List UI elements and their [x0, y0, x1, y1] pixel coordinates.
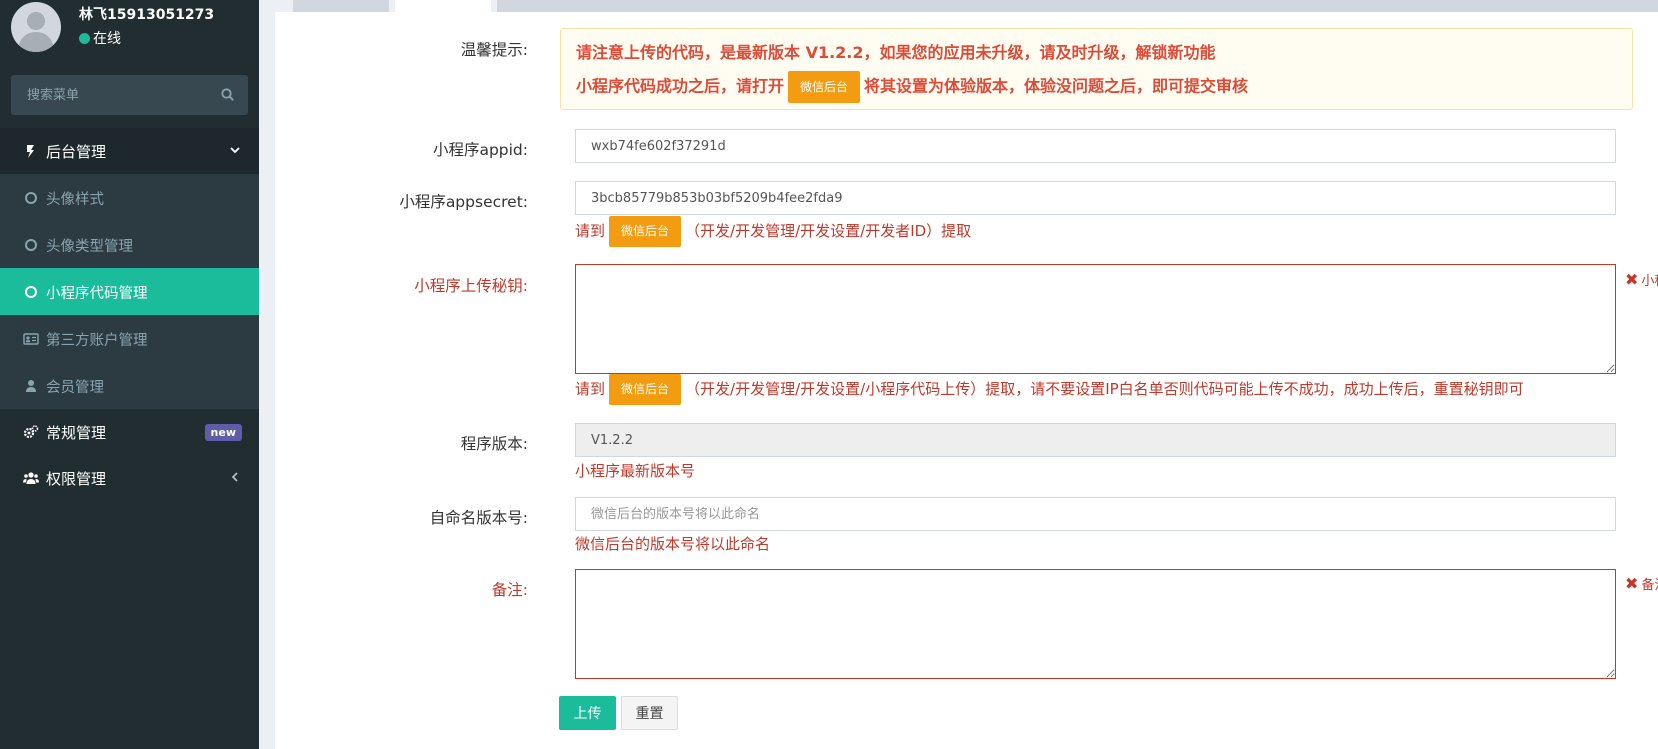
sidebar-section-label: 后台管理	[46, 143, 107, 161]
sidebar-item-avatar-type[interactable]: 头像类型管理	[0, 221, 259, 268]
sidebar-section-general[interactable]: 常规管理 new	[0, 409, 259, 455]
custom-version-help: 微信后台的版本号将以此命名	[575, 535, 771, 553]
sidebar-search	[11, 75, 248, 115]
upload-key-error: ✖小程序	[1625, 270, 1658, 289]
appsecret-label: 小程序appsecret:	[399, 193, 528, 211]
sidebar-item-label: 头像样式	[46, 192, 104, 208]
wechat-backend-button[interactable]: 微信后台	[609, 374, 682, 405]
chevron-left-icon	[231, 472, 238, 482]
custom-version-label: 自命名版本号:	[429, 509, 528, 527]
error-x-icon: ✖	[1625, 270, 1639, 289]
sidebar-section-admin[interactable]: 后台管理	[0, 128, 259, 174]
search-icon[interactable]	[221, 88, 234, 101]
wechat-backend-button[interactable]: 微信后台	[788, 71, 861, 103]
circle-icon	[25, 239, 37, 251]
notice-box: 请注意上传的代码，是最新版本 V1.2.2，如果您的应用未升级，请及时升级，解锁…	[560, 28, 1633, 110]
version-input[interactable]	[575, 423, 1616, 457]
sidebar-section-label: 常规管理	[46, 424, 107, 442]
appsecret-help: 请到 微信后台 （开发/开发管理/开发设置/开发者ID）提取	[575, 216, 971, 247]
upload-key-help-after: （开发/开发管理/开发设置/小程序代码上传）提取，请不要设置IP白名单否则代码可…	[685, 380, 1524, 398]
upload-key-error-text: 小程序	[1641, 274, 1658, 289]
sidebar-item-label: 第三方账户管理	[46, 333, 148, 349]
notice-line-2: 小程序代码成功之后，请打开 微信后台 将其设置为体验版本，体验没问题之后，即可提交审…	[576, 71, 1248, 103]
sidebar-item-avatar-style[interactable]: 头像样式	[0, 174, 259, 221]
group-icon	[23, 472, 39, 484]
sidebar-section-permission[interactable]: 权限管理	[0, 455, 259, 501]
reset-button[interactable]: 重置	[621, 696, 678, 730]
error-x-icon: ✖	[1625, 574, 1639, 593]
form-panel: 温馨提示: 请注意上传的代码，是最新版本 V1.2.2，如果您的应用未升级，请及…	[275, 12, 1658, 749]
custom-version-input[interactable]	[575, 497, 1616, 531]
user-status: 在线	[79, 28, 121, 48]
cogs-icon	[23, 425, 39, 439]
upload-key-textarea[interactable]	[575, 264, 1616, 374]
sidebar-item-label: 小程序代码管理	[46, 286, 148, 302]
online-dot-icon	[79, 33, 90, 44]
avatar-body	[19, 32, 53, 52]
user-status-text: 在线	[93, 31, 121, 47]
sidebar-item-third-party-account[interactable]: 第三方账户管理	[0, 315, 259, 362]
avatar-head	[27, 12, 45, 30]
appid-label: 小程序appid:	[432, 141, 528, 159]
remark-error-text: 备注不	[1641, 578, 1658, 593]
remark-error: ✖备注不	[1625, 574, 1658, 593]
circle-icon	[25, 286, 37, 298]
upload-key-help-before: 请到	[575, 380, 606, 398]
notice-line-2-after: 将其设置为体验版本，体验没问题之后，即可提交审核	[864, 76, 1249, 96]
upload-button[interactable]: 上传	[559, 696, 616, 730]
user-name: 林飞15913051273	[79, 7, 215, 23]
sidebar-item-members[interactable]: 会员管理	[0, 362, 259, 409]
version-help: 小程序最新版本号	[575, 462, 696, 480]
tab-strip	[275, 0, 1658, 12]
search-input[interactable]	[11, 75, 211, 115]
user-panel: 林飞15913051273 在线	[0, 0, 259, 62]
appsecret-help-after: （开发/开发管理/开发设置/开发者ID）提取	[685, 222, 972, 240]
id-card-icon	[23, 333, 39, 345]
sidebar-item-label: 头像类型管理	[46, 239, 133, 255]
wechat-backend-button[interactable]: 微信后台	[609, 216, 682, 247]
tab-inactive[interactable]	[293, 0, 389, 12]
sidebar-item-miniprogram-code[interactable]: 小程序代码管理	[0, 268, 259, 315]
user-icon	[26, 380, 36, 392]
notice-label: 温馨提示:	[460, 41, 528, 59]
notice-line-1: 请注意上传的代码，是最新版本 V1.2.2，如果您的应用未升级，请及时升级，解锁…	[576, 43, 1216, 62]
new-badge: new	[204, 424, 242, 441]
tab-active[interactable]	[395, 0, 491, 12]
remark-label: 备注:	[491, 581, 528, 599]
remark-textarea[interactable]	[575, 569, 1616, 679]
content-area: 温馨提示: 请注意上传的代码，是最新版本 V1.2.2，如果您的应用未升级，请及…	[259, 0, 1658, 749]
avatar[interactable]	[11, 2, 61, 52]
appsecret-help-before: 请到	[575, 222, 606, 240]
appsecret-input[interactable]	[575, 181, 1616, 215]
notice-line-2-before: 小程序代码成功之后，请打开	[576, 76, 785, 96]
version-label: 程序版本:	[460, 435, 528, 453]
chevron-down-icon	[230, 147, 240, 154]
sidebar-section-label: 权限管理	[46, 470, 107, 488]
sidebar: 林飞15913051273 在线 后台管理 头像样式 头像类型管理 小程序代码管…	[0, 0, 259, 749]
appid-input[interactable]	[575, 129, 1616, 163]
circle-icon	[25, 192, 37, 204]
sidebar-item-label: 会员管理	[46, 380, 104, 396]
upload-key-help: 请到 微信后台 （开发/开发管理/开发设置/小程序代码上传）提取，请不要设置IP白名…	[575, 374, 1524, 405]
upload-key-label: 小程序上传秘钥:	[414, 277, 528, 295]
dashboard-icon	[27, 145, 34, 158]
tab-strip-fill	[497, 0, 1658, 12]
